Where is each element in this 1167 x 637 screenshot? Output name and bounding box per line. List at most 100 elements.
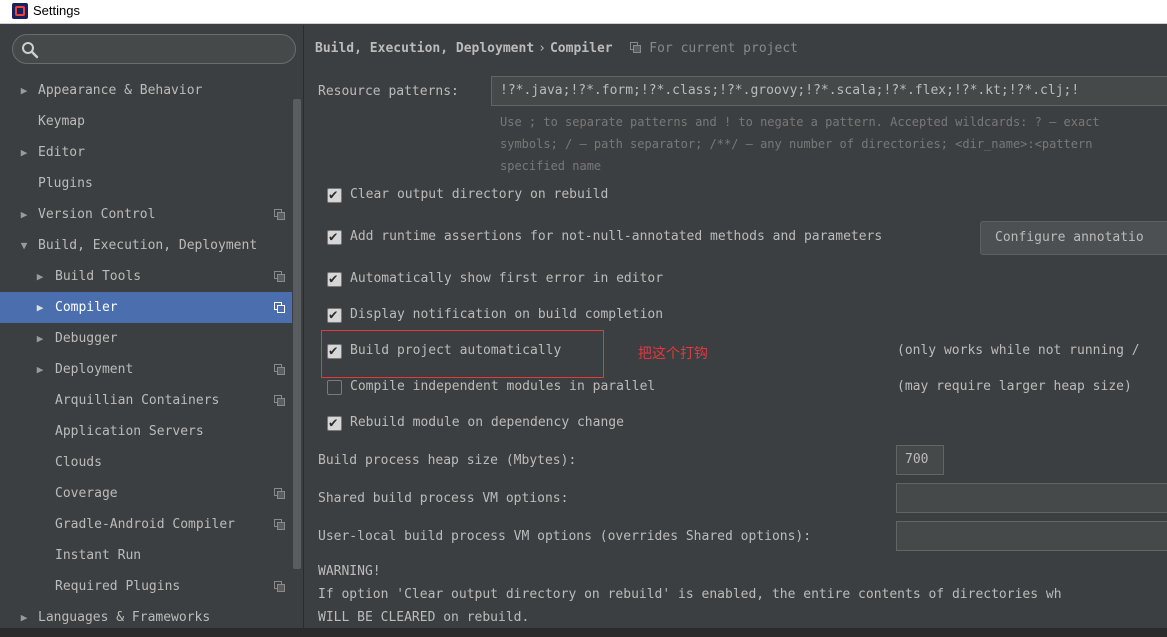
bottom-edge — [0, 628, 1167, 637]
compile-parallel-checkbox[interactable] — [327, 380, 342, 395]
sidebar-item-build-execution-deployment[interactable]: ▼ Build, Execution, Deployment — [0, 230, 292, 261]
check-icon: ✔ — [329, 307, 338, 323]
scope-label: For current project — [649, 41, 798, 56]
expand-arrow-icon[interactable]: ▶ — [17, 137, 31, 168]
compiler-settings-panel: Build, Execution, Deployment › Compiler Fo… — [305, 25, 1167, 637]
user-vm-options-label: User-local build process VM options (ove… — [318, 529, 812, 544]
sidebar-item-label: Application Servers — [55, 424, 204, 439]
sidebar-item-label: Appearance & Behavior — [38, 83, 203, 98]
heap-size-input[interactable]: 700 — [896, 445, 944, 475]
resource-patterns-input[interactable]: !?*.java;!?*.form;!?*.class;!?*.groovy;!… — [491, 76, 1167, 106]
sidebar-item-label: Deployment — [55, 362, 134, 377]
show-first-error-label[interactable]: Automatically show first error in editor — [350, 271, 663, 286]
sidebar-item-label: Arquillian Containers — [55, 393, 220, 408]
compile-parallel-note: (may require larger heap size) — [897, 379, 1132, 394]
sidebar-item-keymap[interactable]: Keymap — [0, 106, 292, 137]
project-scope-icon — [630, 42, 642, 53]
sidebar-item-compiler[interactable]: ▶ Compiler — [0, 292, 292, 323]
annotation-text: 把这个打钩 — [638, 346, 708, 362]
sidebar-item-debugger[interactable]: ▶ Debugger — [0, 323, 292, 354]
sidebar-scrollbar[interactable] — [293, 99, 301, 569]
sidebar-item-application-servers[interactable]: Application Servers — [0, 416, 292, 447]
sidebar-item-label: Version Control — [38, 207, 156, 222]
warning-line-2: WILL BE CLEARED on rebuild. — [318, 610, 530, 625]
window-title: Settings — [33, 3, 80, 18]
user-vm-options-input[interactable] — [896, 521, 1167, 551]
sidebar-item-instant-run[interactable]: Instant Run — [0, 540, 292, 571]
sidebar-item-label: Compiler — [55, 300, 118, 315]
check-icon: ✔ — [329, 343, 338, 359]
search-input[interactable] — [47, 39, 287, 59]
check-icon: ✔ — [329, 187, 338, 203]
shared-vm-options-label: Shared build process VM options: — [318, 491, 569, 506]
resource-patterns-hint-3: specified name — [500, 159, 602, 173]
sidebar-item-label: Coverage — [55, 486, 118, 501]
sidebar-item-label: Required Plugins — [55, 579, 181, 594]
shared-vm-options-input[interactable] — [896, 483, 1167, 513]
intellij-app-icon — [12, 3, 28, 19]
sidebar-item-version-control[interactable]: ▶ Version Control — [0, 199, 292, 230]
check-icon: ✔ — [329, 271, 338, 287]
heap-size-label: Build process heap size (Mbytes): — [318, 453, 577, 468]
sidebar-item-clouds[interactable]: Clouds — [0, 447, 292, 478]
sidebar-item-label: Gradle-Android Compiler — [55, 517, 236, 532]
display-notification-label[interactable]: Display notification on build completion — [350, 307, 663, 322]
project-scope-icon — [274, 581, 285, 592]
sidebar-item-label: Debugger — [55, 331, 118, 346]
rebuild-module-checkbox[interactable]: ✔ — [327, 415, 342, 431]
sidebar-item-appearance-behavior[interactable]: ▶ Appearance & Behavior — [0, 75, 292, 106]
project-scope-icon — [274, 302, 285, 313]
resource-patterns-label: Resource patterns: — [318, 84, 459, 99]
expand-arrow-icon[interactable]: ▶ — [33, 354, 47, 385]
display-notification-checkbox[interactable]: ✔ — [327, 307, 342, 323]
sidebar-item-deployment[interactable]: ▶ Deployment — [0, 354, 292, 385]
sidebar-item-label: Editor — [38, 145, 85, 160]
project-scope-icon — [274, 395, 285, 406]
sidebar-item-label: Build Tools — [55, 269, 142, 284]
breadcrumb: Build, Execution, Deployment › Compiler Fo… — [315, 41, 798, 56]
warning-title: WARNING! — [318, 564, 381, 579]
expand-arrow-icon[interactable]: ▶ — [33, 261, 47, 292]
collapse-arrow-icon[interactable]: ▼ — [17, 230, 31, 261]
warning-line-1: If option 'Clear output directory on reb… — [318, 587, 1062, 602]
runtime-assertions-label[interactable]: Add runtime assertions for not-null-anno… — [350, 229, 882, 244]
rebuild-module-label[interactable]: Rebuild module on dependency change — [350, 415, 624, 430]
expand-arrow-icon[interactable]: ▶ — [33, 292, 47, 323]
search-box[interactable] — [12, 34, 296, 64]
breadcrumb-parent[interactable]: Build, Execution, Deployment — [315, 41, 534, 56]
clear-output-checkbox[interactable]: ✔ — [327, 187, 342, 203]
project-scope-icon — [274, 209, 285, 220]
sidebar-item-label: Clouds — [55, 455, 102, 470]
build-automatically-checkbox[interactable]: ✔ — [327, 343, 342, 359]
sidebar-item-editor[interactable]: ▶ Editor — [0, 137, 292, 168]
sidebar-item-label: Plugins — [38, 176, 93, 191]
sidebar-item-label: Build, Execution, Deployment — [38, 238, 258, 253]
resource-patterns-hint-1: Use ; to separate patterns and ! to nega… — [500, 115, 1100, 129]
breadcrumb-current: Compiler — [549, 41, 613, 56]
show-first-error-checkbox[interactable]: ✔ — [327, 271, 342, 287]
sidebar-item-coverage[interactable]: Coverage — [0, 478, 292, 509]
build-automatically-label[interactable]: Build project automatically — [350, 343, 561, 358]
configure-annotations-button[interactable]: Configure annotatio — [980, 221, 1167, 255]
check-icon: ✔ — [329, 229, 338, 245]
project-scope-icon — [274, 364, 285, 375]
search-icon — [22, 42, 39, 59]
sidebar-item-gradle-android-compiler[interactable]: Gradle-Android Compiler — [0, 509, 292, 540]
sidebar-item-label: Instant Run — [55, 548, 142, 563]
resource-patterns-hint-2: symbols; / — path separator; /**/ — any … — [500, 137, 1093, 151]
sidebar-item-required-plugins[interactable]: Required Plugins — [0, 571, 292, 602]
compile-parallel-label[interactable]: Compile independent modules in parallel — [350, 379, 655, 394]
runtime-assertions-checkbox[interactable]: ✔ — [327, 229, 342, 245]
sidebar-item-plugins[interactable]: Plugins — [0, 168, 292, 199]
clear-output-label[interactable]: Clear output directory on rebuild — [350, 187, 608, 202]
sidebar-item-label: Keymap — [38, 114, 85, 129]
build-automatically-note: (only works while not running / — [897, 343, 1140, 358]
sidebar-item-arquillian-containers[interactable]: Arquillian Containers — [0, 385, 292, 416]
breadcrumb-separator: › — [538, 41, 546, 56]
project-scope-icon — [274, 519, 285, 530]
project-scope-icon — [274, 271, 285, 282]
expand-arrow-icon[interactable]: ▶ — [33, 323, 47, 354]
expand-arrow-icon[interactable]: ▶ — [17, 75, 31, 106]
expand-arrow-icon[interactable]: ▶ — [17, 199, 31, 230]
sidebar-item-build-tools[interactable]: ▶ Build Tools — [0, 261, 292, 292]
